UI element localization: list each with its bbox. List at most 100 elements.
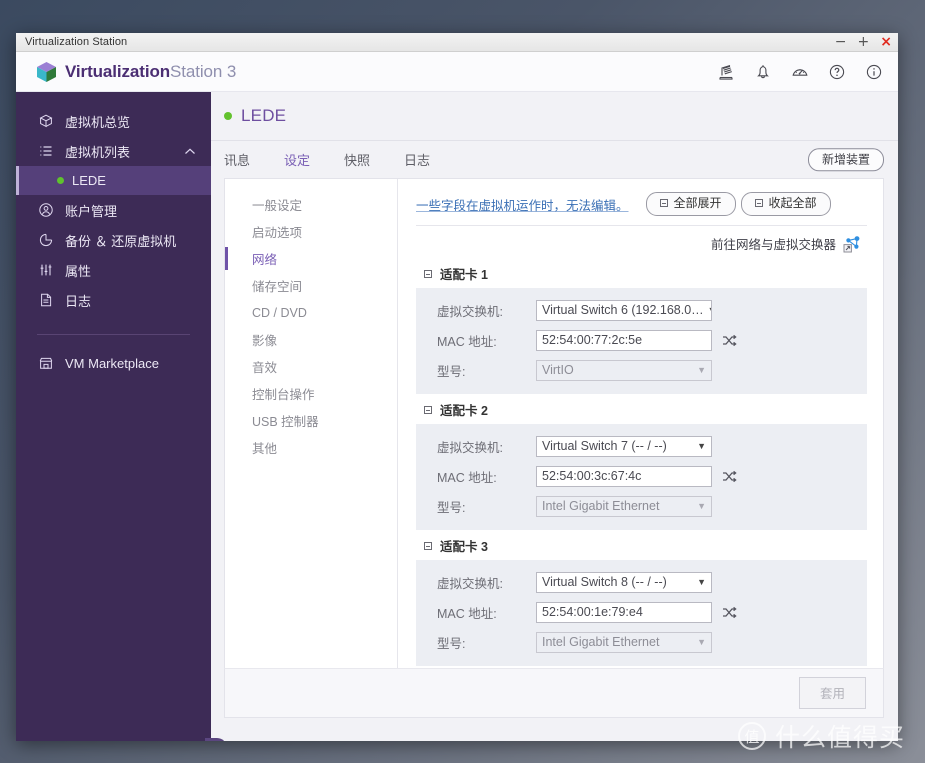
settings-item-video[interactable]: 影像: [225, 326, 397, 353]
adapter-3-model-select: Intel Gigabit Ethernet ▼: [536, 631, 712, 653]
mac-label: MAC 地址:: [437, 470, 497, 485]
settings-item-storage[interactable]: 储存空间: [225, 272, 397, 299]
tab-messages[interactable]: 讯息: [224, 150, 250, 169]
add-device-button[interactable]: 新增装置: [807, 147, 884, 172]
network-form: 一些字段在虚拟机运作时，无法编辑。 全部展开 收起全部 前往网络与虚拟交换器 适…: [398, 179, 883, 668]
sidebar-item-backup-restore[interactable]: 备份 ＆ 还原虚拟机: [16, 225, 211, 255]
sidebar-item-lede[interactable]: LEDE: [16, 166, 211, 195]
sidebar-item-label: LEDE: [72, 173, 106, 188]
adapter-2-header[interactable]: 适配卡 2: [416, 396, 867, 424]
sidebar-item-label: 日志: [65, 293, 92, 309]
sidebar-item-account-management[interactable]: 账户管理: [16, 195, 211, 225]
sidebar-item-logs[interactable]: 日志: [16, 285, 211, 315]
chevron-down-icon: ▼: [697, 637, 706, 647]
app-header: VirtualizationStation 3: [16, 52, 898, 92]
tab-settings[interactable]: 设定: [284, 150, 310, 169]
adapter-1-switch-select[interactable]: Virtual Switch 6 (192.168.0… ▼: [536, 299, 712, 321]
sidebar-item-properties[interactable]: 属性: [16, 255, 211, 285]
adapter-3-mac-input[interactable]: [536, 601, 712, 623]
help-icon[interactable]: [828, 63, 846, 81]
settings-item-usb-controller[interactable]: USB 控制器: [225, 407, 397, 434]
chevron-up-icon[interactable]: [184, 144, 196, 159]
expand-all-label: 全部展开: [673, 196, 722, 211]
edit-restriction-notice[interactable]: 一些字段在虚拟机运作时，无法编辑。: [416, 195, 629, 214]
chevron-down-icon: ▼: [697, 501, 706, 511]
virtual-switch-icon[interactable]: [843, 234, 862, 253]
form-footer: 套用: [224, 668, 884, 718]
document-icon: [38, 292, 54, 308]
cube-logo-icon: [37, 61, 56, 82]
randomize-mac-icon[interactable]: [722, 470, 737, 483]
adapter-2-body: 虚拟交换机: MAC 地址: 型号: Virtual Switch 7 (-- …: [416, 424, 867, 530]
tab-snapshots[interactable]: 快照: [344, 150, 370, 169]
close-button[interactable]: ×: [880, 35, 892, 49]
status-dot-icon: [57, 177, 64, 184]
switch-label: 虚拟交换机:: [437, 304, 503, 319]
adapter-1-body: 虚拟交换机: MAC 地址: 型号: Virtual Switch 6 (192…: [416, 288, 867, 394]
adapter-2-title: 适配卡 2: [440, 404, 488, 418]
tab-logs[interactable]: 日志: [404, 150, 430, 169]
expand-all-button[interactable]: 全部展开: [645, 192, 736, 216]
content-bottom-spacer: [211, 718, 898, 741]
bell-icon[interactable]: [754, 63, 772, 81]
list-icon: [38, 143, 54, 159]
adapter-2-switch-select[interactable]: Virtual Switch 7 (-- / --) ▼: [536, 435, 712, 457]
adapter-1-model-value: VirtIO: [542, 363, 574, 377]
adapter-3-body: 虚拟交换机: MAC 地址: 型号: Virtual Switch 8 (-- …: [416, 560, 867, 666]
adapter-2-switch-value: Virtual Switch 7 (-- / --): [542, 439, 667, 453]
adapter-2-mac-input[interactable]: [536, 465, 712, 487]
sidebar-item-label: 属性: [65, 263, 92, 279]
window-titlebar: Virtualization Station − + ×: [16, 33, 898, 52]
settings-item-other[interactable]: 其他: [225, 434, 397, 461]
tab-bar: 讯息 设定 快照 日志 新增装置: [211, 140, 898, 178]
sidebar-divider: [37, 334, 190, 335]
settings-item-cd-dvd[interactable]: CD / DVD: [225, 299, 397, 326]
settings-panel-row: 一般设定 启动选项 网络 储存空间 CD / DVD 影像 音效 控制台操作 U…: [211, 178, 898, 668]
adapter-2-model-value: Intel Gigabit Ethernet: [542, 499, 660, 513]
app-title: VirtualizationStation 3: [65, 62, 236, 82]
settings-menu: 一般设定 启动选项 网络 储存空间 CD / DVD 影像 音效 控制台操作 U…: [225, 179, 398, 668]
maximize-button[interactable]: +: [858, 35, 870, 49]
settings-item-audio[interactable]: 音效: [225, 353, 397, 380]
sidebar-item-label: 账户管理: [65, 203, 118, 219]
minimize-button[interactable]: −: [835, 35, 847, 49]
gauge-icon[interactable]: [791, 63, 809, 81]
adapter-1-title: 适配卡 1: [440, 268, 488, 282]
adapter-1-header[interactable]: 适配卡 1: [416, 260, 867, 288]
sidebar-item-vm-marketplace[interactable]: VM Marketplace: [16, 348, 211, 378]
apply-button[interactable]: 套用: [798, 677, 866, 709]
switch-label: 虚拟交换机:: [437, 440, 503, 455]
goto-network-row: 前往网络与虚拟交换器: [416, 226, 867, 260]
adapter-1-mac-input[interactable]: [536, 329, 712, 351]
randomize-mac-icon[interactable]: [722, 606, 737, 619]
settings-item-network[interactable]: 网络: [225, 245, 397, 272]
settings-item-boot-options[interactable]: 启动选项: [225, 218, 397, 245]
expand-box-icon: [659, 199, 668, 208]
window-controls: − + ×: [835, 33, 892, 51]
vm-status-dot-icon: [224, 112, 232, 120]
settings-item-console[interactable]: 控制台操作: [225, 380, 397, 407]
adapter-2-fields: Virtual Switch 7 (-- / --) ▼ 52:54:00:3c…: [536, 431, 867, 521]
sidebar: 虚拟机总览 虚拟机列表 LEDE 账户管理 备份 ＆ 还原虚拟机 属性 日志 V…: [16, 92, 227, 741]
sidebar-item-vm-list[interactable]: 虚拟机列表: [16, 136, 211, 166]
adapter-3-switch-value: Virtual Switch 8 (-- / --): [542, 575, 667, 589]
randomize-mac-icon[interactable]: [722, 334, 737, 347]
adapter-3-header[interactable]: 适配卡 3: [416, 532, 867, 560]
sidebar-item-vm-overview[interactable]: 虚拟机总览: [16, 106, 211, 136]
logs-icon[interactable]: [717, 63, 735, 81]
adapter-3-switch-select[interactable]: Virtual Switch 8 (-- / --) ▼: [536, 571, 712, 593]
page-title: LEDE: [241, 106, 287, 125]
collapse-all-button[interactable]: 收起全部: [740, 192, 831, 216]
brand-light: Station 3: [170, 61, 237, 81]
settings-item-general[interactable]: 一般设定: [225, 191, 397, 218]
sidebar-item-label: 虚拟机列表: [65, 144, 131, 160]
info-icon[interactable]: [865, 63, 883, 81]
collapse-toggle-icon: [424, 541, 432, 550]
adapter-2-labels: 虚拟交换机: MAC 地址: 型号:: [416, 431, 536, 521]
backup-icon: [38, 232, 54, 248]
store-icon: [38, 355, 54, 371]
goto-virtual-switch-link[interactable]: 前往网络与虚拟交换器: [711, 234, 836, 253]
header-icon-group: [717, 52, 883, 91]
sidebar-item-label: VM Marketplace: [65, 355, 159, 371]
switch-label: 虚拟交换机:: [437, 576, 503, 591]
